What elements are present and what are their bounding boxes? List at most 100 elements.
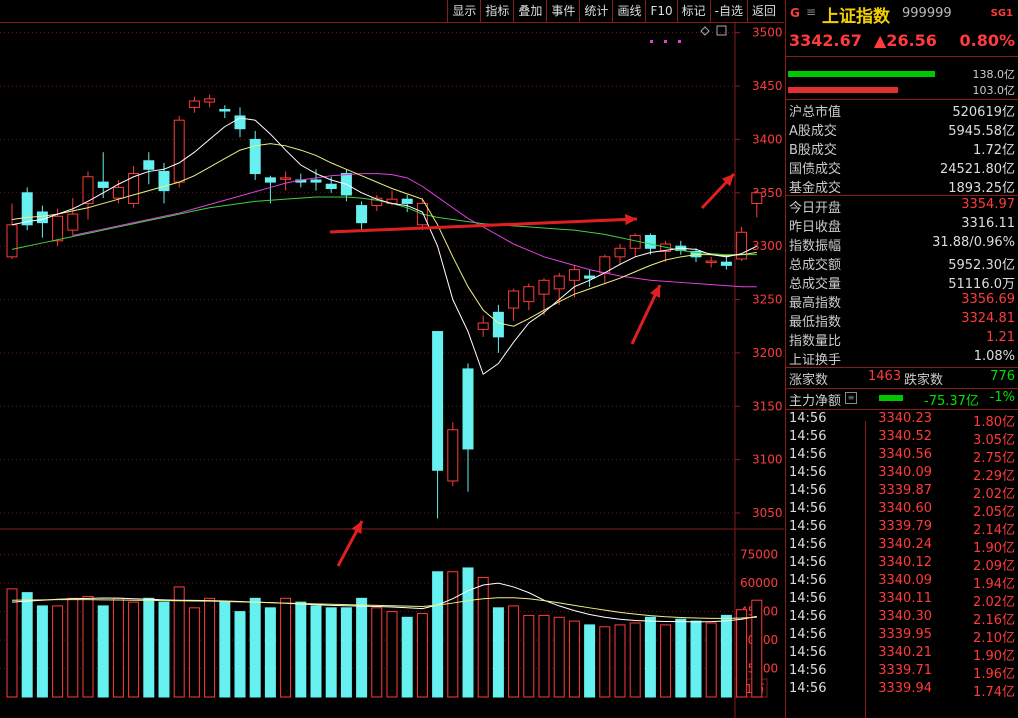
stat-row: 昨日收盘 3316.11 [786,215,1018,235]
tick-time: 14:56 [789,663,827,678]
price-axis-label: 3150 [752,399,783,413]
toolbar-button[interactable]: F10 [645,0,676,22]
volume-bar [629,622,641,698]
list-icon[interactable]: ≡ [845,392,857,404]
tick-price: 3339.87 [878,483,932,498]
tick-time: 14:56 [789,465,827,480]
candle-body [219,109,231,112]
buy-sell-bars: 138.0亿 103.0亿 [786,57,1018,100]
toolbar-button[interactable]: 画线 [612,0,645,22]
down-label: 跌家数 [904,373,944,388]
volume-bar [371,607,383,698]
tick-time: 14:56 [789,519,827,534]
tick-list[interactable]: 14:56 3340.23 1.80亿 14:56 3340.52 3.05亿 14:56 3… [786,410,1018,700]
stat-value: 3354.97 [961,197,1015,212]
stat-value: 1.21 [986,330,1015,345]
toolbar-button[interactable]: 标记 [676,0,710,22]
tick-price: 3340.30 [878,609,932,624]
kline-chart[interactable]: 3500345034003350330032503200315031003050… [0,22,784,718]
buy-bar [788,71,935,77]
stat-row: 总成交量 51116.0万 [786,272,1018,292]
menu-icon[interactable]: ≡ [806,5,816,19]
candle-body [751,192,763,204]
volume-bar [690,620,702,698]
candle-body [173,119,185,183]
volume-bar [356,597,368,698]
volume-bar [675,618,687,698]
chart-toolbar: 显示 指标 叠加 事件 统计 画线 F10 标记 -自选 返回 [0,0,784,23]
candle-body [21,192,33,226]
price-axis-label: 3450 [752,79,783,93]
stat-value: 1.72亿 [973,143,1015,158]
candle-body [492,311,504,338]
candle-body [36,211,48,224]
stat-label: 总成交量 [789,277,842,292]
toolbar-button[interactable]: 显示 [447,0,480,22]
tick-row: 14:56 3339.87 2.02亿 [786,482,1018,502]
volume-bar [295,601,307,698]
panel-toggle-icon[interactable] [716,25,727,36]
volume-bar [52,605,64,698]
stat-value: 31.88/0.96% [932,235,1015,250]
stat-row: 国债成交 24521.80亿 [786,157,1018,177]
toolbar-button[interactable]: 统计 [579,0,612,22]
flow-pct: -1% [989,390,1015,405]
market-tag: SG1 [990,8,1013,19]
volume-axis-label: 60000 [740,576,778,590]
candle-body [614,247,626,258]
sell-total: 103.0亿 [972,84,1016,97]
tick-row: 14:56 3340.11 2.02亿 [786,590,1018,610]
tick-time: 14:56 [789,447,827,462]
tick-time: 14:56 [789,591,827,606]
tick-row: 14:56 3340.12 2.09亿 [786,554,1018,574]
tick-price: 3340.09 [878,465,932,480]
volume-bar [67,597,79,698]
tick-row: 14:56 3339.95 2.10亿 [786,626,1018,646]
tick-time: 14:56 [789,555,827,570]
toolbar-button[interactable]: 返回 [746,0,780,22]
toolbar-button[interactable]: 事件 [546,0,579,22]
diamond-icon[interactable] [700,26,710,36]
volume-bar [462,567,474,698]
candle-body [523,286,535,303]
price-change-pct: 0.80% [959,31,1015,50]
candle-body [705,260,717,264]
volume-bar [553,616,565,698]
price-axis-label: 3100 [752,453,783,467]
candle-body [52,215,64,242]
volume-bar [492,607,504,698]
stat-value: 3316.11 [961,216,1015,231]
candle-body [447,429,459,482]
tick-time: 14:56 [789,573,827,588]
volume-bar [204,597,216,698]
last-price: 3342.67 [789,31,862,50]
tick-row: 14:56 3340.30 2.16亿 [786,608,1018,628]
candle-body [462,368,474,450]
volume-bar [340,607,352,698]
toolbar-button[interactable]: 指标 [480,0,513,22]
annotation-arrow [329,217,638,234]
volume-bar [6,588,18,698]
price-axis-label: 3400 [752,132,783,146]
volume-bar [584,624,596,698]
stat-value: 5945.58亿 [948,124,1015,139]
volume-bar [447,571,459,698]
volume-bar [736,609,748,698]
stat-row: 指数量比 1.21 [786,329,1018,349]
volume-bar [660,624,672,698]
toolbar-button[interactable]: 叠加 [513,0,546,22]
tick-time: 14:56 [789,501,827,516]
up-label: 涨家数 [789,373,829,388]
stat-label: A股成交 [789,124,837,139]
annotation-arrowhead [625,213,637,226]
stat-row: 沪总市值 520619亿 [786,100,1018,120]
toolbar-button[interactable]: -自选 [709,0,747,22]
buy-total: 138.0亿 [972,68,1016,81]
stat-label: 今日开盘 [789,201,842,216]
volume-bar [173,586,185,698]
index-name: 上证指数 [822,7,890,27]
indicator-dot [678,40,681,43]
stat-value: 24521.80亿 [939,162,1015,177]
volume-bar [21,592,33,698]
up-count: 1463 [868,369,902,384]
